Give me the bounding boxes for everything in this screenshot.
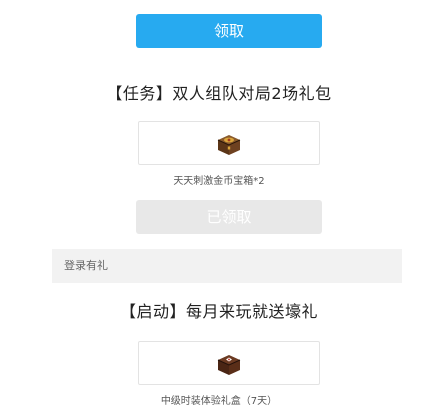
treasure-chest-icon bbox=[217, 135, 241, 155]
reward-item-box bbox=[138, 341, 320, 385]
reward-item-name: 中级时装体验礼盒（7天） bbox=[160, 396, 278, 407]
login-task-title: 【启动】每月来玩就送壕礼 bbox=[119, 302, 318, 321]
claim-button[interactable]: 领取 bbox=[136, 14, 322, 48]
reward-item-box bbox=[138, 121, 320, 165]
task-title: 【任务】双人组队对局2场礼包 bbox=[106, 84, 332, 103]
gift-box-icon bbox=[217, 355, 241, 375]
reward-item-name: 天天刺激金币宝箱*2 bbox=[173, 176, 265, 187]
claimed-button: 已领取 bbox=[136, 200, 322, 234]
section-header-login: 登录有礼 bbox=[52, 249, 402, 283]
